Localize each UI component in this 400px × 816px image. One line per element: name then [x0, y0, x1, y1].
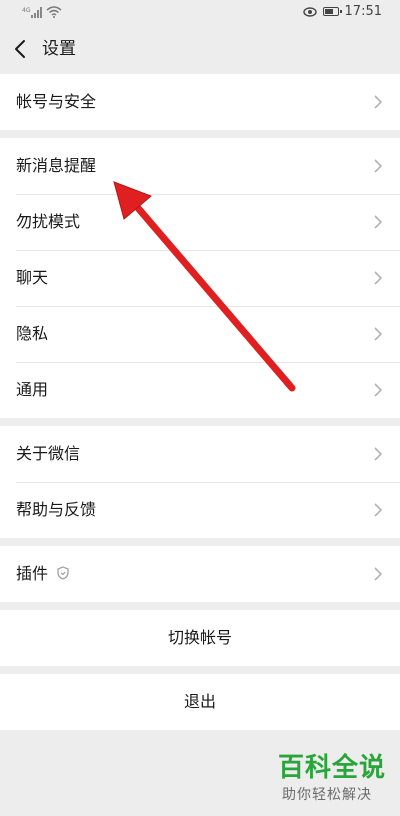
settings-item-help-feedback[interactable]: 帮助与反馈	[0, 482, 400, 538]
settings-item-plugins[interactable]: 插件	[0, 546, 400, 602]
settings-item-privacy[interactable]: 隐私	[0, 306, 400, 362]
status-bar: 4G 17:51	[0, 0, 400, 26]
chevron-right-icon	[374, 383, 382, 397]
chevron-right-icon	[374, 159, 382, 173]
wifi-icon	[46, 6, 62, 18]
settings-group-about: 关于微信 帮助与反馈	[0, 426, 400, 538]
settings-item-general[interactable]: 通用	[0, 362, 400, 418]
settings-item-label: 帐号与安全	[16, 92, 97, 111]
cellular-signal-icon: 4G	[22, 7, 42, 18]
settings-item-label: 聊天	[16, 268, 49, 287]
chevron-right-icon	[374, 567, 382, 581]
status-left: 4G	[22, 6, 62, 18]
settings-item-label: 帮助与反馈	[16, 500, 97, 519]
status-time: 17:51	[344, 4, 382, 19]
chevron-right-icon	[374, 215, 382, 229]
switch-account-button[interactable]: 切换帐号	[0, 610, 400, 666]
status-right: 17:51	[302, 4, 382, 19]
chevron-right-icon	[374, 95, 382, 109]
watermark: 百科全说 助你轻松解决	[268, 752, 392, 808]
page-title: 设置	[42, 39, 76, 59]
settings-group-plugins: 插件	[0, 546, 400, 602]
svg-text:4G: 4G	[22, 7, 31, 14]
chevron-right-icon	[374, 271, 382, 285]
settings-item-chat[interactable]: 聊天	[0, 250, 400, 306]
settings-group-general: 新消息提醒 勿扰模式 聊天 隐私 通用	[0, 138, 400, 418]
settings-item-label: 关于微信	[16, 444, 81, 463]
logout-group: 退出	[0, 674, 400, 730]
nav-bar: 设置	[0, 26, 400, 72]
settings-item-account-security[interactable]: 帐号与安全	[0, 74, 400, 130]
settings-item-label: 插件	[16, 564, 49, 583]
settings-item-label: 隐私	[16, 324, 49, 343]
settings-item-do-not-disturb[interactable]: 勿扰模式	[0, 194, 400, 250]
settings-group-account: 帐号与安全	[0, 74, 400, 130]
watermark-title: 百科全说	[278, 753, 387, 783]
chevron-right-icon	[374, 503, 382, 517]
switch-account-group: 切换帐号	[0, 610, 400, 666]
eye-icon	[302, 6, 317, 17]
settings-item-label: 新消息提醒	[16, 156, 97, 175]
settings-item-new-message-alerts[interactable]: 新消息提醒	[0, 138, 400, 194]
settings-item-label: 勿扰模式	[16, 212, 81, 231]
back-arrow-icon[interactable]	[12, 38, 30, 60]
settings-item-label: 通用	[16, 380, 49, 399]
shield-icon	[57, 566, 69, 580]
chevron-right-icon	[374, 327, 382, 341]
watermark-subtitle: 助你轻松解决	[282, 787, 372, 803]
settings-item-about-wechat[interactable]: 关于微信	[0, 426, 400, 482]
battery-icon	[322, 7, 342, 16]
switch-account-label: 切换帐号	[167, 628, 232, 647]
logout-button[interactable]: 退出	[0, 674, 400, 730]
chevron-right-icon	[374, 447, 382, 461]
logout-label: 退出	[183, 692, 216, 711]
